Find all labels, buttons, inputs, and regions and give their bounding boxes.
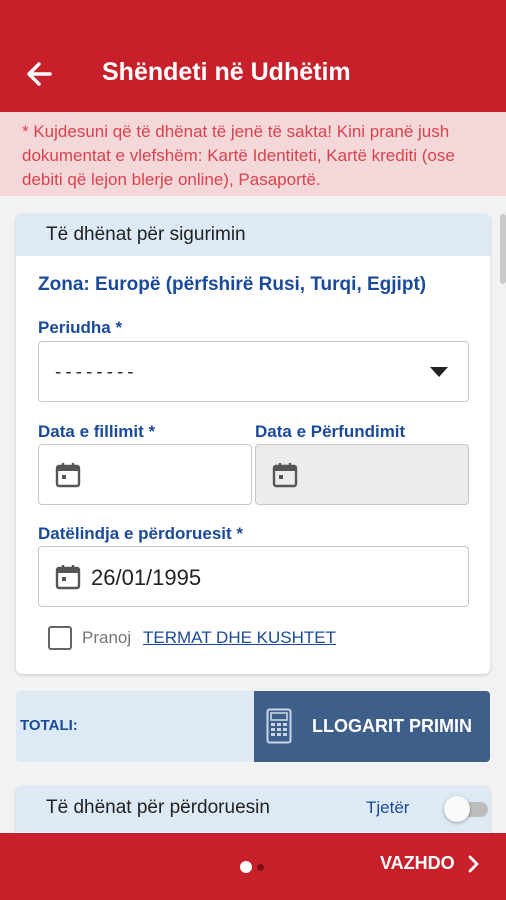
continue-button[interactable]: VAZHDO xyxy=(380,853,480,883)
total-label: TOTALI: xyxy=(20,717,78,734)
user-section-title: Të dhënat për përdoruesin xyxy=(16,786,490,832)
terms-link[interactable]: TERMAT DHE KUSHTET xyxy=(143,628,336,648)
arrow-left-icon xyxy=(27,62,52,86)
insurance-data-card: Të dhënat për sigurimin Zona: Europë (pë… xyxy=(16,214,490,674)
dropdown-arrow-icon xyxy=(430,367,448,377)
other-user-toggle[interactable] xyxy=(444,796,492,822)
terms-prefix: Pranoj xyxy=(82,628,132,647)
back-button[interactable] xyxy=(22,54,58,94)
page-indicator-inactive xyxy=(257,864,264,871)
calendar-icon xyxy=(272,463,298,488)
bottom-nav-bar: VAZHDO xyxy=(0,833,506,900)
scroll-indicator xyxy=(500,214,506,284)
total-bar: TOTALI: LLOGARIT PRIMIN xyxy=(16,691,490,762)
warning-notice: * Kujdesuni që të dhënat të jenë të sakt… xyxy=(0,112,506,196)
calculator-icon xyxy=(266,708,292,744)
toggle-knob xyxy=(444,796,470,822)
app-bar: Shëndeti në Udhëtim xyxy=(0,0,506,112)
period-value: -------- xyxy=(55,362,138,383)
end-date-label: Data e Përfundimit xyxy=(255,422,406,441)
user-section-title-text: Të dhënat për përdoruesin xyxy=(46,797,270,818)
birthdate-field[interactable]: 26/01/1995 xyxy=(38,546,469,607)
calculate-premium-label: LLOGARIT PRIMIN xyxy=(312,716,472,736)
start-date-label: Data e fillimit * xyxy=(38,422,156,441)
start-date-field[interactable] xyxy=(38,444,252,505)
page-indicator-active xyxy=(240,861,252,873)
page-title: Shëndeti në Udhëtim xyxy=(102,58,351,86)
continue-label: VAZHDO xyxy=(380,853,455,873)
birthdate-label: Datëlindja e përdoruesit * xyxy=(38,524,243,543)
terms-checkbox[interactable] xyxy=(48,626,72,650)
end-date-field xyxy=(255,444,469,505)
chevron-right-icon xyxy=(468,855,479,873)
calendar-icon xyxy=(55,565,81,590)
insurance-section-title: Të dhënat për sigurimin xyxy=(16,214,490,256)
period-select[interactable]: -------- xyxy=(38,341,469,402)
birthdate-value: 26/01/1995 xyxy=(91,565,202,590)
calculate-premium-button[interactable]: LLOGARIT PRIMIN xyxy=(254,691,490,762)
other-user-label: Tjetër xyxy=(366,798,410,817)
calendar-icon xyxy=(55,463,81,488)
zone-label: Zona: Europë (përfshirë Rusi, Turqi, Egj… xyxy=(38,274,427,295)
period-label: Periudha * xyxy=(38,318,123,337)
